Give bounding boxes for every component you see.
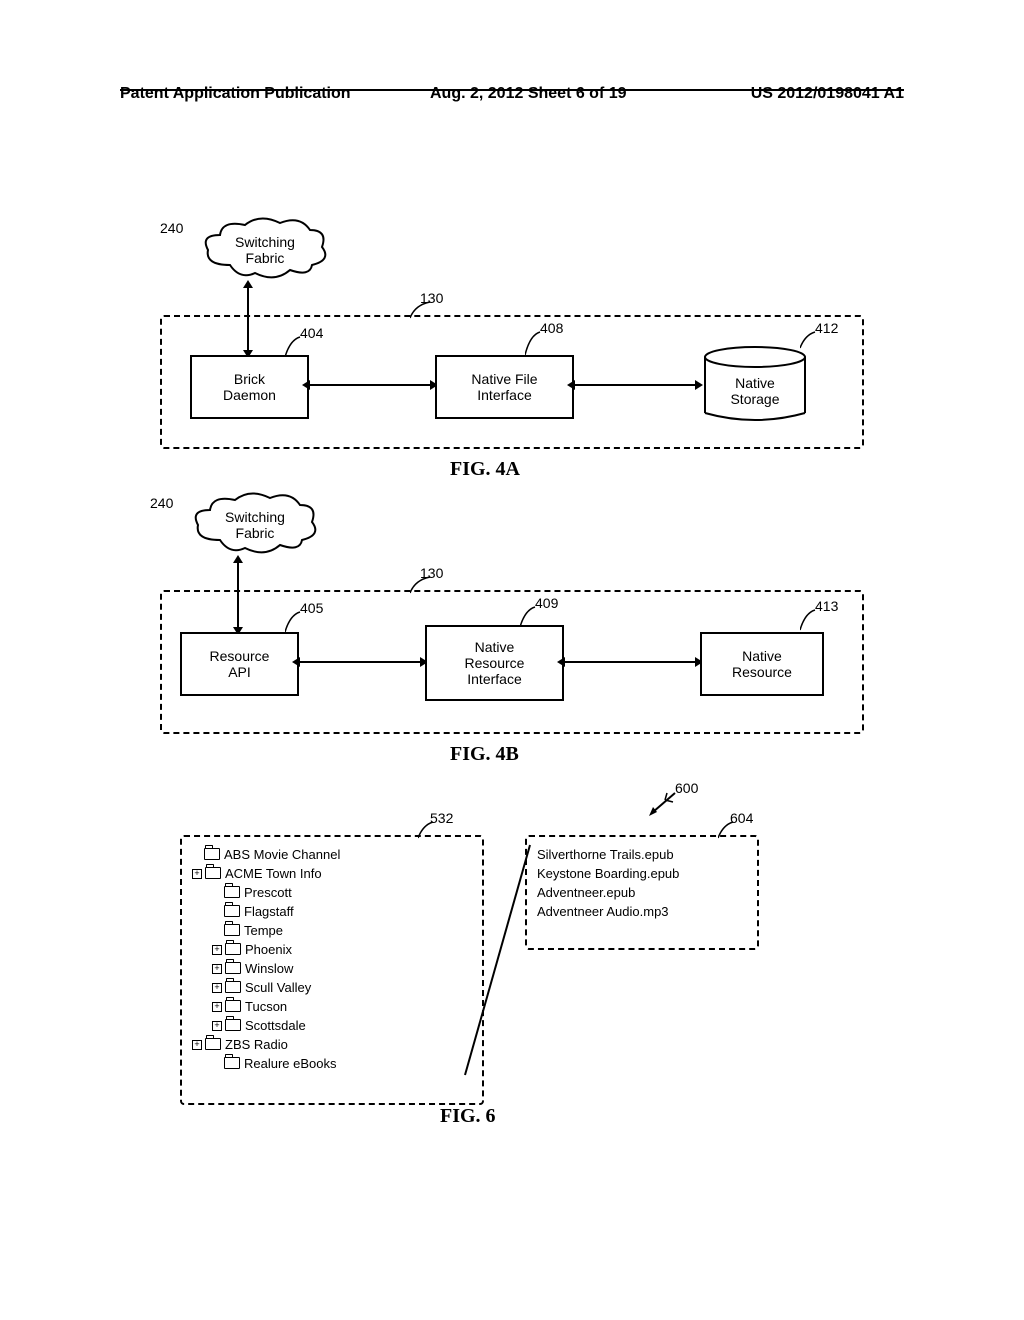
connector-tree-files <box>460 840 540 1085</box>
connector-cloud-api <box>237 560 239 632</box>
tree-item-label: Tempe <box>244 923 283 938</box>
file-item[interactable]: Silverthorne Trails.epub <box>537 845 747 864</box>
tree-item[interactable]: ABS Movie Channel <box>192 845 472 864</box>
folder-icon <box>225 943 241 955</box>
expand-icon[interactable] <box>212 945 222 955</box>
connector-404-408 <box>305 384 435 386</box>
tree-item-label: Prescott <box>244 885 292 900</box>
arrow-left-icon-b1 <box>292 657 300 667</box>
block-brick-daemon: Brick Daemon <box>190 355 309 419</box>
block-native-resource-interface-label: Native Resource Interface <box>465 639 525 687</box>
arrow-left-icon-b2 <box>557 657 565 667</box>
arrow-600-icon <box>645 790 680 820</box>
connector-408-412 <box>570 384 700 386</box>
folder-icon <box>224 924 240 936</box>
file-item[interactable]: Keystone Boarding.epub <box>537 864 747 883</box>
fig-caption-6: FIG. 6 <box>440 1105 496 1128</box>
tree-panel: ABS Movie Channel ACME Town Info Prescott F… <box>180 835 484 1105</box>
tree-item[interactable]: Tucson <box>212 997 472 1016</box>
folder-icon <box>224 886 240 898</box>
leader-413 <box>800 608 820 633</box>
folder-icon <box>205 1038 221 1050</box>
tree-item-label: ABS Movie Channel <box>224 847 340 862</box>
tree-item[interactable]: Scottsdale <box>212 1016 472 1035</box>
arrow-left-icon-2 <box>567 380 575 390</box>
block-resource-api: Resource API <box>180 632 299 696</box>
expand-icon[interactable] <box>212 1021 222 1031</box>
block-native-file-interface-label: Native File Interface <box>471 371 537 403</box>
folder-icon <box>225 1019 241 1031</box>
page: Patent Application Publication Aug. 2, 2… <box>0 0 1024 1320</box>
ref-240-a: 240 <box>160 220 183 236</box>
tree-item-label: Tucson <box>245 999 287 1014</box>
expand-icon[interactable] <box>192 1040 202 1050</box>
tree-item-label: Realure eBooks <box>244 1056 337 1071</box>
tree-item[interactable]: Winslow <box>212 959 472 978</box>
folder-icon <box>224 1057 240 1069</box>
cloud-text-a: Switching Fabric <box>235 234 295 266</box>
header-right: US 2012/0198041 A1 <box>751 85 904 103</box>
tree-item-label: Flagstaff <box>244 904 294 919</box>
cylinder-native-storage: Native Storage <box>700 345 810 425</box>
tree-item[interactable]: ACME Town Info <box>192 864 472 883</box>
block-native-resource-label: Native Resource <box>732 648 792 680</box>
file-list-panel: Silverthorne Trails.epubKeystone Boardin… <box>525 835 759 950</box>
arrow-up-icon-b <box>233 555 243 563</box>
tree-item-label: Winslow <box>245 961 293 976</box>
tree-item-label: Phoenix <box>245 942 292 957</box>
connector-405-409 <box>295 661 425 663</box>
tree-item[interactable]: ZBS Radio <box>192 1035 472 1054</box>
expand-icon[interactable] <box>192 869 202 879</box>
arrow-up-icon <box>243 280 253 288</box>
expand-icon[interactable] <box>212 1002 222 1012</box>
tree-item-label: ACME Town Info <box>225 866 322 881</box>
tree-item-label: Scottsdale <box>245 1018 306 1033</box>
cloud-switching-fabric-b: Switching Fabric <box>190 490 320 560</box>
connector-cloud-brick <box>247 285 249 355</box>
tree-item[interactable]: Realure eBooks <box>212 1054 472 1073</box>
tree-item[interactable]: Scull Valley <box>212 978 472 997</box>
cylinder-label: Native Storage <box>700 375 810 407</box>
fig-caption-4a: FIG. 4A <box>450 458 520 481</box>
expand-icon[interactable] <box>212 983 222 993</box>
folder-icon <box>225 1000 241 1012</box>
tree-item[interactable]: Tempe <box>212 921 472 940</box>
header-left: Patent Application Publication <box>120 85 351 103</box>
tree-item-label: ZBS Radio <box>225 1037 288 1052</box>
header-center: Aug. 2, 2012 Sheet 6 of 19 <box>430 85 627 103</box>
tree-item[interactable]: Flagstaff <box>212 902 472 921</box>
diagram-area: 240 Switching Fabric 130 404 Brick Daemo… <box>120 200 904 1200</box>
tree-item[interactable]: Prescott <box>212 883 472 902</box>
fig-caption-4b: FIG. 4B <box>450 743 519 766</box>
block-native-resource-interface: Native Resource Interface <box>425 625 564 701</box>
expand-icon[interactable] <box>212 964 222 974</box>
block-resource-api-label: Resource API <box>210 648 270 680</box>
folder-icon <box>225 981 241 993</box>
file-item[interactable]: Adventneer Audio.mp3 <box>537 902 747 921</box>
connector-409-413 <box>560 661 700 663</box>
cloud-switching-fabric-a: Switching Fabric <box>200 215 330 285</box>
arrow-left-icon <box>302 380 310 390</box>
file-item[interactable]: Adventneer.epub <box>537 883 747 902</box>
block-native-file-interface: Native File Interface <box>435 355 574 419</box>
tree-item[interactable]: Phoenix <box>212 940 472 959</box>
leader-408 <box>525 330 545 358</box>
tree-item-label: Scull Valley <box>245 980 311 995</box>
block-native-resource: Native Resource <box>700 632 824 696</box>
folder-icon <box>225 962 241 974</box>
cloud-text-b: Switching Fabric <box>225 509 285 541</box>
folder-icon <box>204 848 220 860</box>
page-header: Patent Application Publication Aug. 2, 2… <box>120 85 904 91</box>
folder-icon <box>205 867 221 879</box>
ref-240-b: 240 <box>150 495 173 511</box>
folder-icon <box>224 905 240 917</box>
block-brick-daemon-label: Brick Daemon <box>223 371 276 403</box>
